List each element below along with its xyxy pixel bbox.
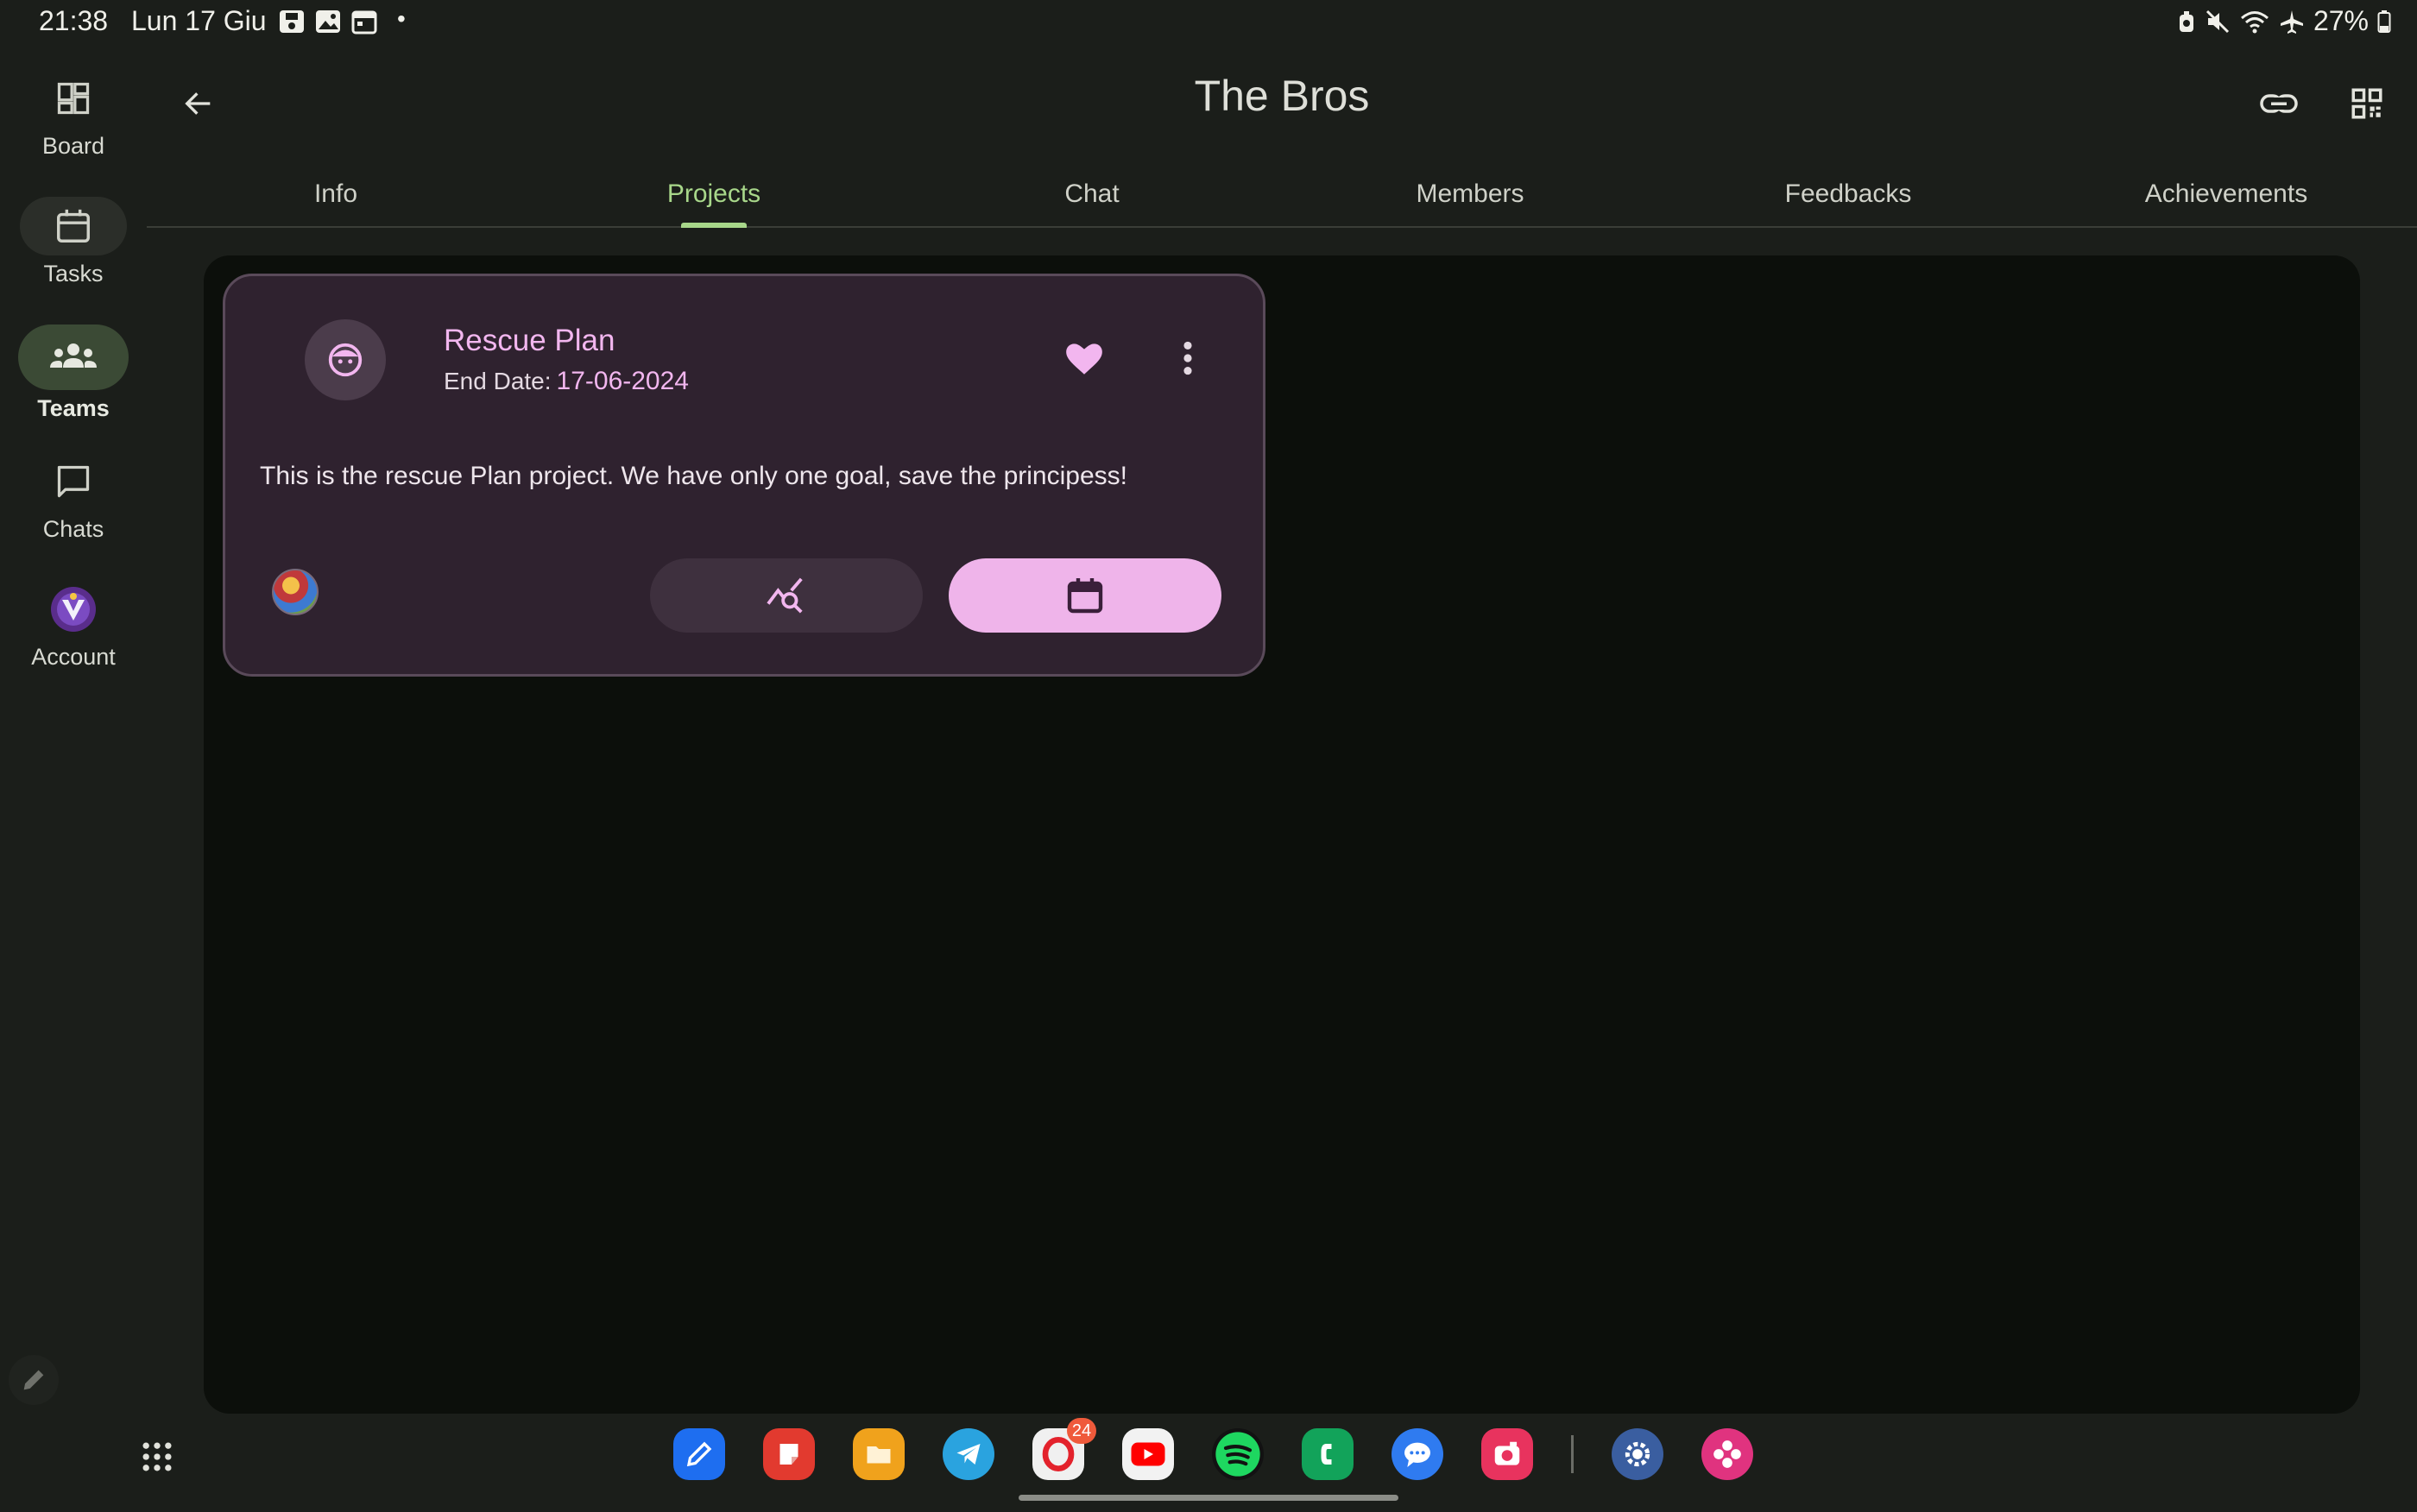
wifi-icon	[2240, 10, 2269, 33]
rail-item-tasks[interactable]: Tasks	[0, 197, 147, 287]
qr-code-icon	[2351, 88, 2382, 119]
end-date-value: 17-06-2024	[556, 367, 689, 395]
rail-label-tasks: Tasks	[43, 261, 104, 287]
notification-save-icon	[280, 10, 304, 33]
pen-glyph-icon	[686, 1441, 712, 1467]
more-options-button[interactable]	[1175, 337, 1201, 380]
airplane-icon	[2280, 9, 2303, 34]
flower-glyph-icon	[1713, 1440, 1741, 1468]
link-button[interactable]	[2253, 78, 2305, 129]
arrow-back-icon	[185, 92, 211, 115]
files-app-icon[interactable]	[853, 1428, 905, 1480]
telegram-glyph-icon	[956, 1444, 981, 1465]
tab-projects[interactable]: Projects	[525, 173, 903, 228]
spotify-app-icon[interactable]	[1212, 1428, 1264, 1480]
notification-image-icon	[316, 10, 340, 33]
status-notifications	[278, 9, 378, 35]
account-avatar	[51, 587, 96, 632]
project-card[interactable]: Rescue Plan End Date: 17-06-2024 This is …	[223, 274, 1265, 677]
notification-badge: 24	[1067, 1418, 1096, 1444]
dock-separator	[1571, 1435, 1574, 1473]
rail-label-teams: Teams	[37, 395, 110, 421]
more-vert-icon	[1183, 341, 1192, 375]
messages-app-icon[interactable]	[1392, 1428, 1443, 1480]
pencil-icon	[23, 1370, 44, 1390]
phone-glyph-icon	[1321, 1444, 1332, 1465]
heart-icon	[1066, 343, 1102, 375]
project-title: Rescue Plan	[444, 324, 615, 357]
rail-label-account: Account	[31, 644, 116, 670]
home-gesture-bar[interactable]	[1019, 1495, 1398, 1501]
dashboard-icon	[57, 82, 90, 115]
phone-app-icon[interactable]	[1302, 1428, 1354, 1480]
pen-app-icon[interactable]	[673, 1428, 725, 1480]
app-drawer-button[interactable]	[138, 1438, 176, 1476]
spotify-glyph-icon	[1215, 1432, 1260, 1477]
rail-item-chats[interactable]: Chats	[0, 452, 147, 543]
youtube-glyph-icon	[1131, 1442, 1165, 1466]
project-description: This is the rescue Plan project. We have…	[260, 462, 1127, 490]
status-right: 27%	[2177, 5, 2391, 37]
project-end-date: End Date: 17-06-2024	[444, 367, 689, 396]
calendar-button[interactable]	[949, 558, 1221, 633]
folder-glyph-icon	[867, 1446, 891, 1464]
opera-glyph-icon	[1042, 1437, 1075, 1471]
tab-chat[interactable]: Chat	[903, 173, 1281, 226]
active-tab-indicator	[681, 223, 747, 228]
rail-item-account[interactable]: Account	[0, 580, 147, 671]
apps-grid-icon	[142, 1442, 172, 1471]
telegram-app-icon[interactable]	[943, 1428, 994, 1480]
gear-icon	[1625, 1441, 1650, 1467]
favorite-button[interactable]	[1063, 337, 1106, 380]
rail-item-board[interactable]: Board	[0, 69, 147, 160]
analytics-button[interactable]	[650, 558, 923, 633]
opera-app-icon[interactable]: 24	[1032, 1418, 1096, 1480]
groups-icon	[50, 343, 97, 368]
rail-item-teams[interactable]: Teams	[0, 324, 147, 422]
flower-app-icon[interactable]	[1701, 1428, 1753, 1480]
app-dock: 24	[673, 1418, 1753, 1480]
battery-level: 27%	[2313, 5, 2369, 36]
tab-feedbacks[interactable]: Feedbacks	[1659, 173, 2037, 226]
message-glyph-icon	[1404, 1442, 1430, 1467]
notes-glyph-icon	[779, 1444, 798, 1465]
face-icon	[328, 343, 363, 377]
notes-app-icon[interactable]	[763, 1428, 815, 1480]
alarm-icon	[2179, 10, 2193, 32]
member-avatar	[272, 569, 319, 615]
status-bar: 21:38 Lun 17 Giu • 27%	[0, 0, 2417, 45]
tab-info[interactable]: Info	[147, 173, 525, 226]
calendar-icon	[57, 209, 90, 243]
mute-icon	[2206, 9, 2230, 33]
calendar-icon	[1067, 578, 1103, 614]
battery-icon	[2377, 9, 2391, 33]
page-title-wrap: The Bros	[950, 71, 1614, 121]
notification-calendar-icon	[351, 10, 377, 35]
link-icon	[2260, 94, 2298, 113]
status-time: 21:38	[39, 5, 109, 36]
settings-app-icon[interactable]	[1612, 1428, 1663, 1480]
status-date: Lun 17 Giu	[131, 5, 267, 36]
chat-icon	[57, 465, 90, 498]
camera-glyph-icon	[1494, 1441, 1520, 1465]
rail-label-board: Board	[41, 133, 105, 159]
tab-members[interactable]: Members	[1281, 173, 1659, 226]
project-avatar	[305, 319, 386, 400]
nav-rail: Board Tasks Teams Chats Account	[0, 69, 147, 690]
tab-achievements[interactable]: Achievements	[2037, 173, 2415, 226]
camera-app-icon[interactable]	[1481, 1428, 1533, 1480]
qr-code-button[interactable]	[2341, 78, 2393, 129]
back-button[interactable]	[173, 78, 224, 129]
edit-button[interactable]	[9, 1355, 59, 1405]
youtube-app-icon[interactable]	[1122, 1428, 1174, 1480]
end-date-label: End Date:	[444, 368, 552, 394]
page-title: The Bros	[1194, 72, 1370, 120]
tab-bar: Info Projects Chat Members Feedbacks Ach…	[147, 173, 2417, 228]
status-dot: •	[397, 5, 406, 32]
query-stats-icon	[767, 577, 803, 614]
rail-label-chats: Chats	[42, 516, 104, 542]
